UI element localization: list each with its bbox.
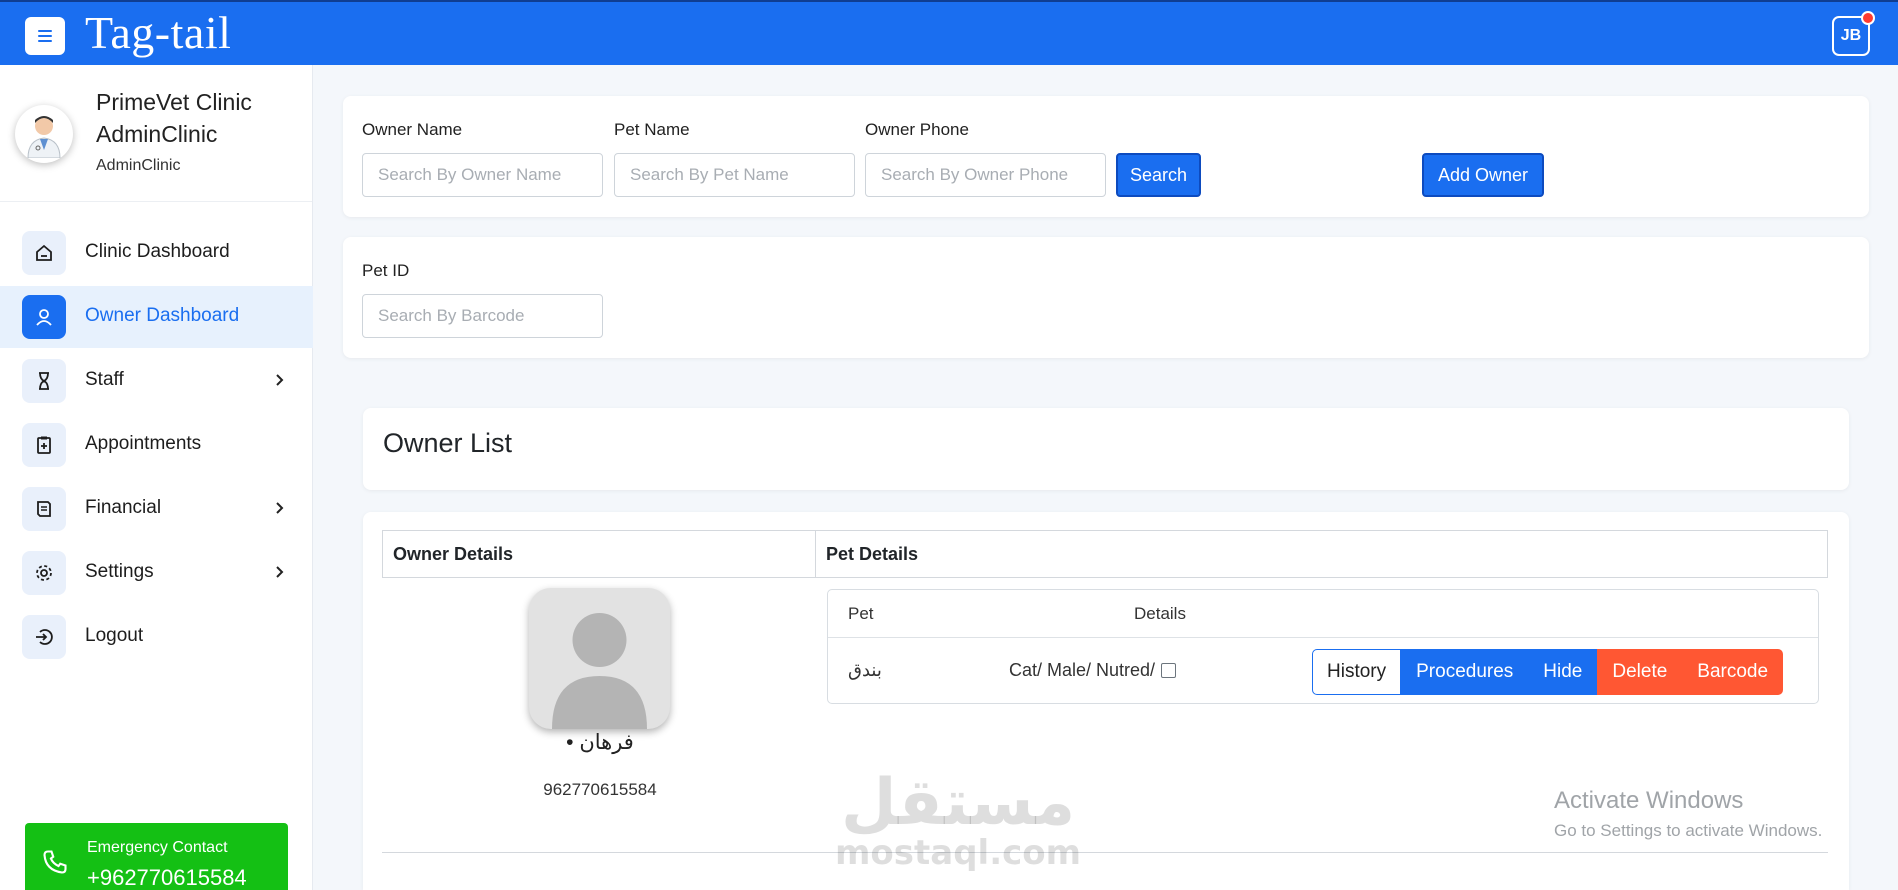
chevron-right-icon — [269, 498, 289, 518]
sidebar-item-settings[interactable]: Settings — [0, 542, 313, 604]
sidebar-item-label: Appointments — [85, 433, 202, 454]
doctor-avatar — [15, 105, 73, 163]
col-owner-details: Owner Details — [383, 531, 816, 577]
sidebar-item-label: Logout — [85, 625, 144, 646]
emergency-label: Emergency Contact — [87, 839, 228, 856]
pet-details-table: Pet Details بندق Cat/ Male/ Nutred/ Hist… — [827, 589, 1819, 704]
sidebar-item-appointments[interactable]: Appointments — [0, 414, 313, 476]
clinic-profile: PrimeVet Clinic AdminClinic AdminClinic — [0, 65, 312, 202]
owner-phone-input[interactable] — [865, 153, 1106, 197]
phone-icon — [41, 848, 69, 881]
pet-actions: History Procedures Hide Delete Barcode — [1312, 649, 1784, 695]
brand-logo[interactable]: Tag-tail — [85, 6, 231, 59]
owner-table-header: Owner Details Pet Details — [382, 530, 1828, 578]
pet-table-header: Pet Details — [828, 590, 1818, 638]
sidebar-item-staff[interactable]: Staff — [0, 350, 313, 412]
pet-col-header: Pet — [848, 604, 874, 623]
user-initials: JB — [1840, 27, 1862, 44]
sidebar-item-label: Staff — [85, 369, 124, 390]
pet-details: Cat/ Male/ Nutred/ — [1009, 660, 1177, 681]
row-divider — [382, 852, 1828, 853]
pet-id-label: Pet ID — [362, 261, 410, 280]
owner-name-input[interactable] — [362, 153, 603, 197]
watermark-arabic: مستقل — [841, 766, 1076, 840]
clinic-role: AdminClinic — [96, 157, 181, 174]
search-card: Owner Name Pet Name Owner Phone Search A… — [343, 96, 1869, 217]
pet-name-input[interactable] — [614, 153, 855, 197]
emergency-contact-card[interactable]: Emergency Contact +962770615584 — [25, 823, 288, 890]
watermark-logo: مستقل mostaql.com — [835, 770, 1081, 870]
owner-avatar-placeholder — [529, 588, 670, 729]
history-button[interactable]: History — [1312, 649, 1402, 695]
logout-icon — [22, 615, 66, 659]
sidebar-item-clinic-dashboard[interactable]: Clinic Dashboard — [0, 222, 313, 284]
clinic-name: PrimeVet Clinic — [96, 89, 252, 115]
pet-id-input[interactable] — [362, 294, 603, 338]
sidebar: PrimeVet Clinic AdminClinic AdminClinic … — [0, 65, 313, 890]
hide-button[interactable]: Hide — [1528, 649, 1598, 695]
search-button[interactable]: Search — [1116, 153, 1201, 197]
chevron-right-icon — [269, 562, 289, 582]
add-owner-button[interactable]: Add Owner — [1422, 153, 1544, 197]
owner-phone-label: Owner Phone — [865, 120, 969, 139]
top-bar: Tag-tail JB — [0, 0, 1898, 65]
owner-phone: 962770615584 — [543, 780, 657, 799]
receipt-icon — [22, 487, 66, 531]
pet-checkbox[interactable] — [1161, 663, 1177, 678]
pet-id-card: Pet ID — [343, 237, 1869, 358]
hourglass-icon — [22, 359, 66, 403]
owner-name[interactable]: • فرهان — [382, 730, 818, 755]
delete-button[interactable]: Delete — [1597, 649, 1683, 695]
barcode-button[interactable]: Barcode — [1682, 649, 1784, 695]
col-pet-details: Pet Details — [826, 543, 919, 564]
notification-dot — [1861, 11, 1875, 25]
user-avatar-button[interactable]: JB — [1832, 11, 1875, 56]
windows-activation-notice: Activate Windows Go to Settings to activ… — [1554, 787, 1822, 841]
sidebar-item-financial[interactable]: Financial — [0, 478, 313, 540]
gear-icon — [22, 551, 66, 595]
sidebar-item-logout[interactable]: Logout — [0, 606, 313, 668]
owner-list-header: Owner List — [363, 408, 1849, 490]
sidebar-item-owner-dashboard[interactable]: Owner Dashboard — [0, 286, 313, 348]
watermark-latin: mostaql.com — [835, 833, 1082, 873]
clinic-admin-name: AdminClinic — [96, 121, 218, 147]
details-col-header: Details — [1134, 604, 1186, 623]
sidebar-item-label: Clinic Dashboard — [85, 241, 230, 262]
sidebar-item-label: Owner Dashboard — [85, 305, 240, 326]
menu-icon — [38, 30, 52, 42]
emergency-phone: +962770615584 — [87, 865, 247, 890]
pet-name: بندق — [848, 660, 882, 680]
chevron-right-icon — [269, 370, 289, 390]
pet-details-text: Cat/ Male/ Nutred/ — [1009, 660, 1156, 680]
owner-name-label: Owner Name — [362, 120, 463, 139]
pet-row: بندق Cat/ Male/ Nutred/ History Procedur… — [828, 638, 1818, 704]
clipboard-plus-icon — [22, 423, 66, 467]
user-icon — [22, 295, 66, 339]
owner-list-title: Owner List — [383, 428, 513, 458]
hamburger-menu-button[interactable] — [25, 17, 65, 55]
sidebar-item-label: Financial — [85, 497, 162, 518]
activation-title: Activate Windows — [1554, 787, 1744, 814]
activation-subtitle: Go to Settings to activate Windows. — [1554, 821, 1823, 840]
sidebar-item-label: Settings — [85, 561, 154, 582]
home-icon — [22, 231, 66, 275]
pet-name-label: Pet Name — [614, 120, 690, 139]
procedures-button[interactable]: Procedures — [1401, 649, 1529, 695]
